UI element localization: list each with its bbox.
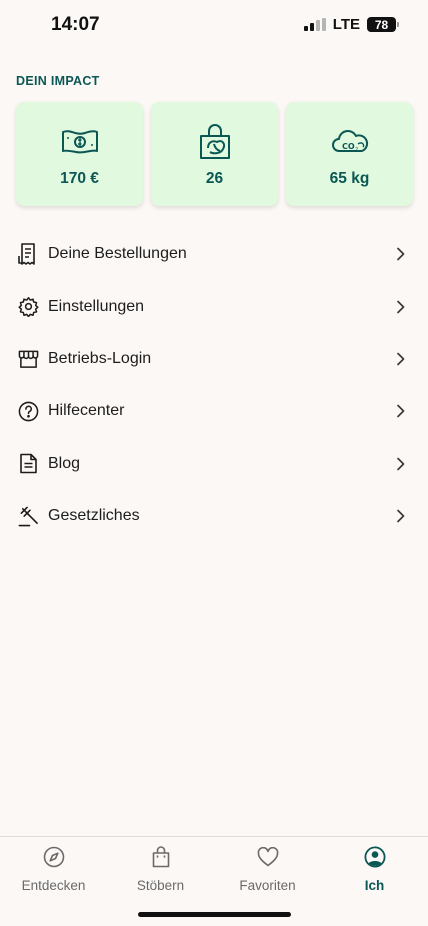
menu-item-blog[interactable]: Blog (0, 438, 428, 490)
gear-icon (17, 296, 39, 318)
menu-item-label: Einstellungen (48, 297, 145, 315)
home-indicator (138, 912, 291, 917)
tab-label: Stöbern (136, 878, 185, 893)
chevron-right-icon (397, 457, 405, 471)
tab-favorites[interactable]: Favoriten (214, 845, 321, 893)
impact-card-money[interactable]: 170 € (16, 102, 143, 206)
tab-label: Ich (364, 878, 385, 893)
compass-icon (43, 845, 65, 869)
chevron-right-icon (397, 405, 405, 418)
gavel-icon (17, 505, 39, 527)
profile-icon (363, 845, 386, 869)
menu-item-label: Hilfecenter (48, 402, 125, 420)
tab-browse[interactable]: Stöbern (107, 845, 214, 893)
impact-card-meals[interactable]: 26 (151, 102, 278, 206)
tab-me[interactable]: Ich (321, 845, 428, 893)
impact-value-money: 170 € (60, 170, 99, 187)
menu-item-business-login[interactable]: Betriebs-Login (0, 333, 428, 385)
status-time: 14:07 (51, 14, 100, 35)
chevron-right-icon (397, 300, 405, 313)
menu-item-legal[interactable]: Gesetzliches (0, 490, 428, 542)
menu-item-label: Betriebs-Login (48, 349, 152, 367)
impact-value-meals: 26 (205, 170, 224, 187)
receipt-icon (17, 243, 39, 265)
chevron-right-icon (397, 247, 405, 261)
menu-item-help-center[interactable]: Hilfecenter (0, 385, 428, 437)
menu-item-label: Deine Bestellungen (48, 245, 187, 263)
status-bar: 14:07 LTE 78 (0, 0, 428, 50)
impact-cards: 170 € 26 CO 2 65 kg (16, 102, 413, 206)
tab-label: Favoriten (239, 878, 296, 893)
impact-title: DEIN IMPACT (16, 74, 100, 88)
tab-label: Entdecken (21, 878, 86, 893)
document-icon (17, 453, 39, 475)
help-icon (17, 400, 39, 422)
bag-icon (152, 845, 170, 869)
menu-item-settings[interactable]: Einstellungen (0, 280, 428, 332)
svg-text:2: 2 (355, 147, 358, 153)
menu-item-label: Gesetzliches (48, 507, 140, 525)
menu-item-orders[interactable]: Deine Bestellungen (0, 228, 428, 280)
menu-item-label: Blog (48, 454, 81, 472)
shopping-bag-food-icon (198, 124, 232, 160)
network-type: LTE (332, 16, 360, 33)
co2-cloud-icon: CO 2 (331, 124, 369, 160)
battery-icon: 78 (367, 17, 399, 32)
profile-menu: Deine Bestellungen Einstellungen Betrieb… (0, 228, 428, 542)
money-icon (61, 124, 99, 160)
signal-icon (303, 18, 326, 31)
status-indicators: LTE 78 (303, 16, 399, 33)
chevron-right-icon (397, 352, 405, 366)
battery-level: 78 (374, 17, 389, 32)
store-icon (17, 348, 39, 370)
heart-icon (257, 845, 279, 869)
impact-value-co2: 65 kg (329, 170, 370, 187)
chevron-right-icon (397, 509, 405, 523)
tab-discover[interactable]: Entdecken (0, 845, 107, 893)
svg-text:CO: CO (342, 142, 355, 151)
impact-card-co2[interactable]: CO 2 65 kg (286, 102, 413, 206)
